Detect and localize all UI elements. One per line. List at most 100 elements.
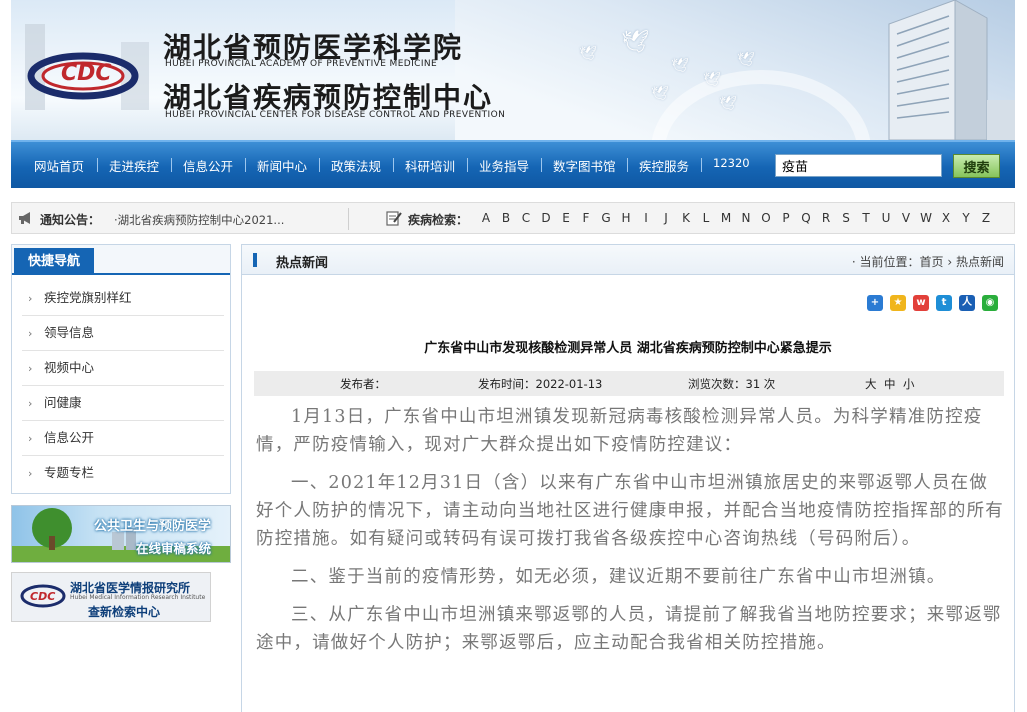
- nav-separator: [467, 158, 468, 172]
- nav-about[interactable]: 走进疾控: [109, 156, 159, 175]
- disease-letter-s[interactable]: S: [836, 211, 856, 225]
- quick-nav-item-special-topics[interactable]: › 专题专栏: [22, 456, 224, 491]
- quick-nav-list: › 疾控党旗别样红 › 领导信息 › 视频中心 › 问健康 › 信息公开 › 专题专栏: [22, 281, 224, 491]
- disease-letter-l[interactable]: L: [696, 211, 716, 225]
- font-size-small[interactable]: 小: [903, 376, 915, 392]
- disease-letter-r[interactable]: R: [816, 211, 836, 225]
- dove-icon: 🕊: [621, 30, 649, 55]
- nav-separator: [393, 158, 394, 172]
- svg-text:CDC: CDC: [30, 590, 55, 603]
- nav-cdc-services[interactable]: 疾控服务: [639, 156, 689, 175]
- breadcrumb-home[interactable]: 首页: [920, 255, 944, 269]
- renren-share-icon[interactable]: 人: [959, 295, 975, 311]
- weibo-share-icon[interactable]: w: [913, 295, 929, 311]
- search-button[interactable]: 搜索: [953, 154, 1000, 178]
- breadcrumb-current[interactable]: 热点新闻: [956, 255, 1004, 269]
- chevron-right-icon: ›: [28, 292, 33, 305]
- main-nav: 网站首页 走进疾控 信息公开 新闻中心 政策法规 科研培训 业务指导 数字图书馆…: [11, 140, 1015, 188]
- disease-letter-c[interactable]: C: [516, 211, 536, 225]
- disease-letter-y[interactable]: Y: [956, 211, 976, 225]
- nav-info-disclosure[interactable]: 信息公开: [183, 156, 233, 175]
- journal-review-line1: 公共卫生与预防医学: [94, 519, 212, 534]
- article-paragraph: 一、2021年12月31日（含）以来有广东省中山市坦洲镇旅居史的来鄂返鄂人员在做…: [256, 473, 1004, 549]
- institute-name-en: Hubei Medical Information Research Insti…: [70, 594, 206, 601]
- disease-letter-z[interactable]: Z: [976, 211, 996, 225]
- share-plus-icon[interactable]: +: [867, 295, 883, 311]
- qzone-share-icon[interactable]: ★: [890, 295, 906, 311]
- dove-icon: 🕊: [579, 46, 597, 62]
- article-paragraph: 1月13日，广东省中山市坦洲镇发现新冠病毒核酸检测异常人员。为科学精准防控疫情，…: [256, 407, 983, 455]
- article-paragraph: 二、鉴于当前的疫情形势，如无必须，建议近期不要前往广东省中山市坦洲镇。: [291, 567, 946, 587]
- disease-letter-n[interactable]: N: [736, 211, 756, 225]
- disease-letter-v[interactable]: V: [896, 211, 916, 225]
- font-size-large[interactable]: 大: [865, 376, 877, 392]
- article-paragraph: 三、从广东省中山市坦洲镇来鄂返鄂的人员，请提前了解我省当地防控要求；来鄂返鄂途中…: [256, 605, 1002, 653]
- quick-nav-item-ask-health[interactable]: › 问健康: [22, 386, 224, 421]
- dove-icon: 🕊: [671, 58, 689, 74]
- quick-nav-item-leaders[interactable]: › 领导信息: [22, 316, 224, 351]
- disease-letter-a[interactable]: A: [476, 211, 496, 225]
- dove-icon: 🕊: [703, 72, 721, 88]
- notice-bar: 通知公告： ·湖北省疾病预防控制中心2021... 疾病检索： A B C D …: [11, 202, 1015, 234]
- disease-letter-e[interactable]: E: [556, 211, 576, 225]
- disease-letter-q[interactable]: Q: [796, 211, 816, 225]
- chevron-right-icon: ›: [28, 362, 33, 375]
- breadcrumb-prefix: · 当前位置：: [851, 255, 920, 269]
- disease-letter-p[interactable]: P: [776, 211, 796, 225]
- nav-research[interactable]: 科研培训: [405, 156, 455, 175]
- quick-nav-item-info-disclosure[interactable]: › 信息公开: [22, 421, 224, 456]
- nav-policy[interactable]: 政策法规: [331, 156, 381, 175]
- disease-letter-j[interactable]: J: [656, 211, 676, 225]
- nav-separator: [541, 158, 542, 172]
- font-size-medium[interactable]: 中: [884, 376, 896, 392]
- disease-letter-u[interactable]: U: [876, 211, 896, 225]
- tencent-weibo-share-icon[interactable]: t: [936, 295, 952, 311]
- dove-icon: 🕊: [737, 52, 755, 68]
- disease-letter-k[interactable]: K: [676, 211, 696, 225]
- search-input[interactable]: [775, 154, 942, 177]
- medical-info-institute-banner[interactable]: CDC 湖北省医学情报研究所 Hubei Medical Information…: [11, 572, 211, 622]
- nav-separator: [171, 158, 172, 172]
- disease-letter-g[interactable]: G: [596, 211, 616, 225]
- quick-nav-item-video[interactable]: › 视频中心: [22, 351, 224, 386]
- chevron-right-icon: ›: [28, 432, 33, 445]
- nav-news-center[interactable]: 新闻中心: [257, 156, 307, 175]
- quick-nav-item-label: 视频中心: [44, 360, 95, 375]
- disease-letter-t[interactable]: T: [856, 211, 876, 225]
- journal-review-banner[interactable]: 公共卫生与预防医学 在线审稿系统: [11, 505, 231, 563]
- nav-digital-library[interactable]: 数字图书馆: [553, 156, 616, 175]
- article-panel-header: 热点新闻 · 当前位置：首页 › 热点新闻: [242, 245, 1014, 275]
- breadcrumb-separator: ›: [943, 255, 956, 269]
- breadcrumb: · 当前位置：首页 › 热点新闻: [852, 253, 1004, 270]
- quick-nav-title: 快捷导航: [14, 248, 94, 275]
- quick-nav-item-label: 疾控党旗别样红: [44, 290, 132, 305]
- site-banner: CDC 湖北省预防医学科学院 HUBEI PROVINCIAL ACADEMY …: [11, 0, 1015, 140]
- disease-search-label: 疾病检索：: [408, 213, 469, 227]
- disease-letter-h[interactable]: H: [616, 211, 636, 225]
- disease-letter-f[interactable]: F: [576, 211, 596, 225]
- quick-nav-item-party-flag[interactable]: › 疾控党旗别样红: [22, 281, 224, 316]
- disease-letter-m[interactable]: M: [716, 211, 736, 225]
- institute-logo: CDC: [20, 584, 66, 608]
- notice-item-link[interactable]: ·湖北省疾病预防控制中心2021...: [114, 212, 284, 228]
- building-illustration: [888, 0, 1015, 140]
- nav-separator: [627, 158, 628, 172]
- section-marker: [253, 253, 257, 267]
- disease-letter-i[interactable]: I: [636, 211, 656, 225]
- wechat-share-icon[interactable]: ◉: [982, 295, 998, 311]
- quick-nav-item-label: 领导信息: [44, 325, 95, 340]
- chevron-right-icon: ›: [28, 397, 33, 410]
- quick-nav-item-label: 信息公开: [44, 430, 95, 445]
- nav-home[interactable]: 网站首页: [34, 156, 84, 175]
- nav-hotline-12320[interactable]: 12320: [713, 156, 750, 170]
- cdc-logo[interactable]: CDC: [25, 24, 149, 110]
- disease-letter-o[interactable]: O: [756, 211, 776, 225]
- nav-guidance[interactable]: 业务指导: [479, 156, 529, 175]
- journal-review-line2: 在线审稿系统: [136, 541, 212, 556]
- article-date: 发布时间：2022-01-13: [478, 377, 603, 391]
- disease-letter-x[interactable]: X: [936, 211, 956, 225]
- disease-letter-d[interactable]: D: [536, 211, 556, 225]
- novelty-search-center: 查新检索中心: [88, 605, 161, 619]
- disease-letter-b[interactable]: B: [496, 211, 516, 225]
- disease-letter-w[interactable]: W: [916, 211, 936, 225]
